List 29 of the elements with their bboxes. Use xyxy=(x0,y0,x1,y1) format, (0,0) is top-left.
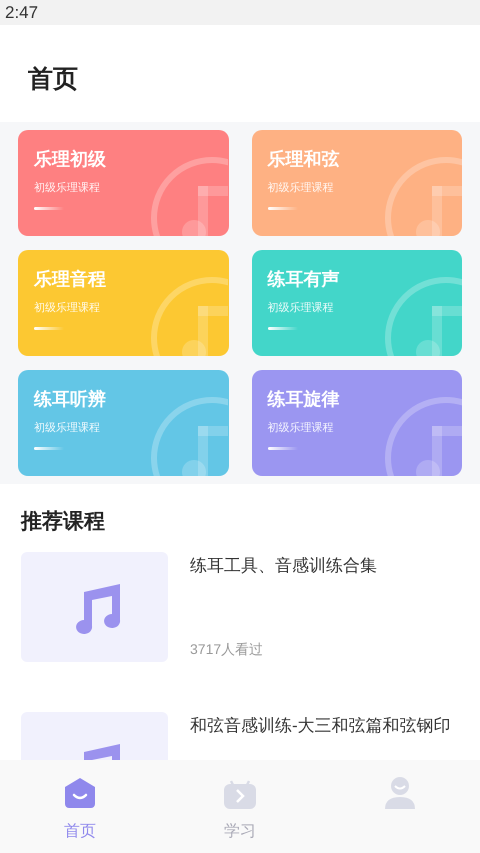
category-card[interactable]: 乐理音程 初级乐理课程 xyxy=(18,250,228,356)
tab[interactable]: 首页 xyxy=(0,760,160,853)
page-title: 首页 xyxy=(28,64,78,95)
view-count: 3717人看过 xyxy=(190,640,264,658)
category-card[interactable]: 练耳听辨 初级乐理课程 xyxy=(18,370,228,476)
category-card[interactable]: 乐理初级 初级乐理课程 xyxy=(18,130,228,236)
card-title: 乐理初级 xyxy=(34,148,107,171)
card-title: 乐理和弦 xyxy=(268,148,340,171)
category-card[interactable]: 练耳旋律 初级乐理课程 xyxy=(252,370,462,476)
section-title: 推荐课程 xyxy=(21,510,105,533)
person-icon xyxy=(383,776,417,810)
card-subtitle: 初级乐理课程 xyxy=(268,300,334,316)
status-time: 2:47 xyxy=(5,2,38,24)
course-title[interactable]: 练耳工具、音感训练合集 xyxy=(190,554,377,578)
card-subtitle: 初级乐理课程 xyxy=(34,420,101,436)
card-subtitle: 初级乐理课程 xyxy=(34,300,101,316)
course-title[interactable]: 和弦音感训练-大三和弦篇和弦钢印 xyxy=(190,714,451,738)
tab[interactable]: 学习 xyxy=(160,760,320,853)
category-card[interactable]: 乐理和弦 初级乐理课程 xyxy=(252,130,462,236)
card-subtitle: 初级乐理课程 xyxy=(268,180,334,196)
card-title: 练耳旋律 xyxy=(268,388,340,411)
card-title: 练耳有声 xyxy=(268,268,340,291)
card-subtitle: 初级乐理课程 xyxy=(268,420,334,436)
card-title: 练耳听辨 xyxy=(34,388,107,411)
category-card[interactable]: 练耳有声 初级乐理课程 xyxy=(252,250,462,356)
course-thumbnail[interactable] xyxy=(21,552,168,662)
home-icon xyxy=(63,776,97,810)
card-title: 乐理音程 xyxy=(34,268,107,291)
card-subtitle: 初级乐理课程 xyxy=(34,180,101,196)
